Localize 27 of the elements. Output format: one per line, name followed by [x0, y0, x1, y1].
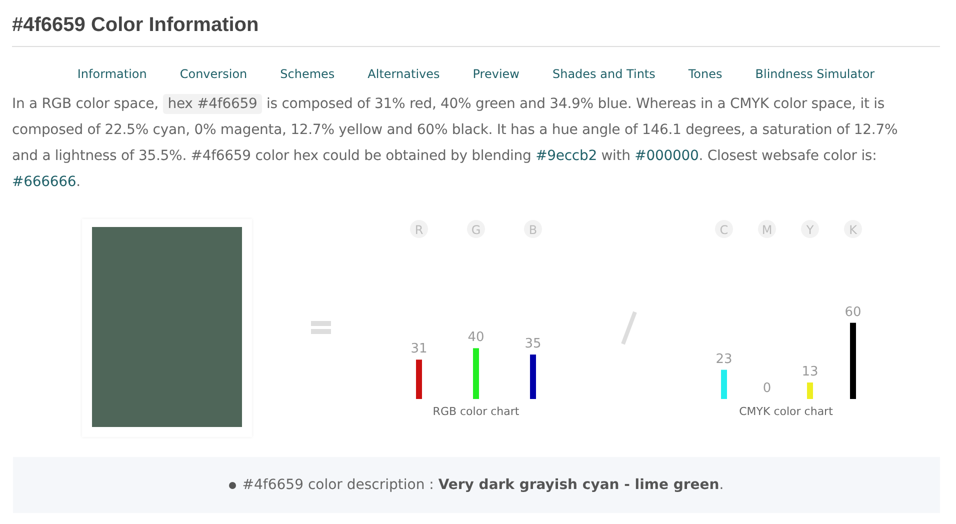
color-description: #4f6659 color description : Very dark grayish cyan - lime green.: [242, 477, 724, 493]
nav-link[interactable]: Schemes: [280, 67, 335, 81]
value-label: 35: [524, 336, 542, 352]
value-label: 60: [844, 304, 862, 320]
value-label: 23: [716, 352, 732, 367]
nav-link[interactable]: Information: [77, 67, 147, 81]
nav-link[interactable]: Tones: [688, 67, 722, 81]
equals-icon: [310, 321, 332, 335]
nav-link[interactable]: Shades and Tints: [552, 67, 656, 81]
color-link[interactable]: #9eccb2: [536, 148, 597, 164]
nav-link[interactable]: Preview: [472, 67, 520, 81]
slash-icon: [620, 311, 636, 345]
chart-caption: RGB color chart: [432, 405, 520, 418]
nav-link[interactable]: Conversion: [180, 67, 248, 81]
color-link[interactable]: #666666: [12, 174, 76, 190]
color-link[interactable]: #000000: [634, 148, 699, 164]
nav-link[interactable]: Blindness Simulator: [755, 67, 875, 81]
chart-caption: CMYK color chart: [739, 405, 833, 418]
value-label: 0: [762, 381, 772, 396]
bullet-icon: [229, 482, 236, 488]
hex-code: hex #4f6659: [162, 94, 262, 114]
page-title: #4f6659 Color Information: [12, 12, 940, 47]
nav-link[interactable]: Alternatives: [368, 67, 440, 81]
intro-paragraph: In a RGB color space, hex #4f6659 is composed of 31% red, 40% green and 34.9% blue. Whereas in a CMYK color space, it is composed of 22.5% cyan, 0% magenta, 12.7% yellow and 60% black. It has a hue angle of 146.1 degrees, a saturation of 12.7% and a lightness of 35.5%. #4f6659 color hex could be obtained by blending #9eccb2 with #000000. Closest websafe color is: #666666.: [12, 93, 899, 192]
value-label: 31: [410, 342, 428, 357]
value-label: 13: [802, 364, 818, 380]
value-label: 40: [468, 330, 484, 346]
